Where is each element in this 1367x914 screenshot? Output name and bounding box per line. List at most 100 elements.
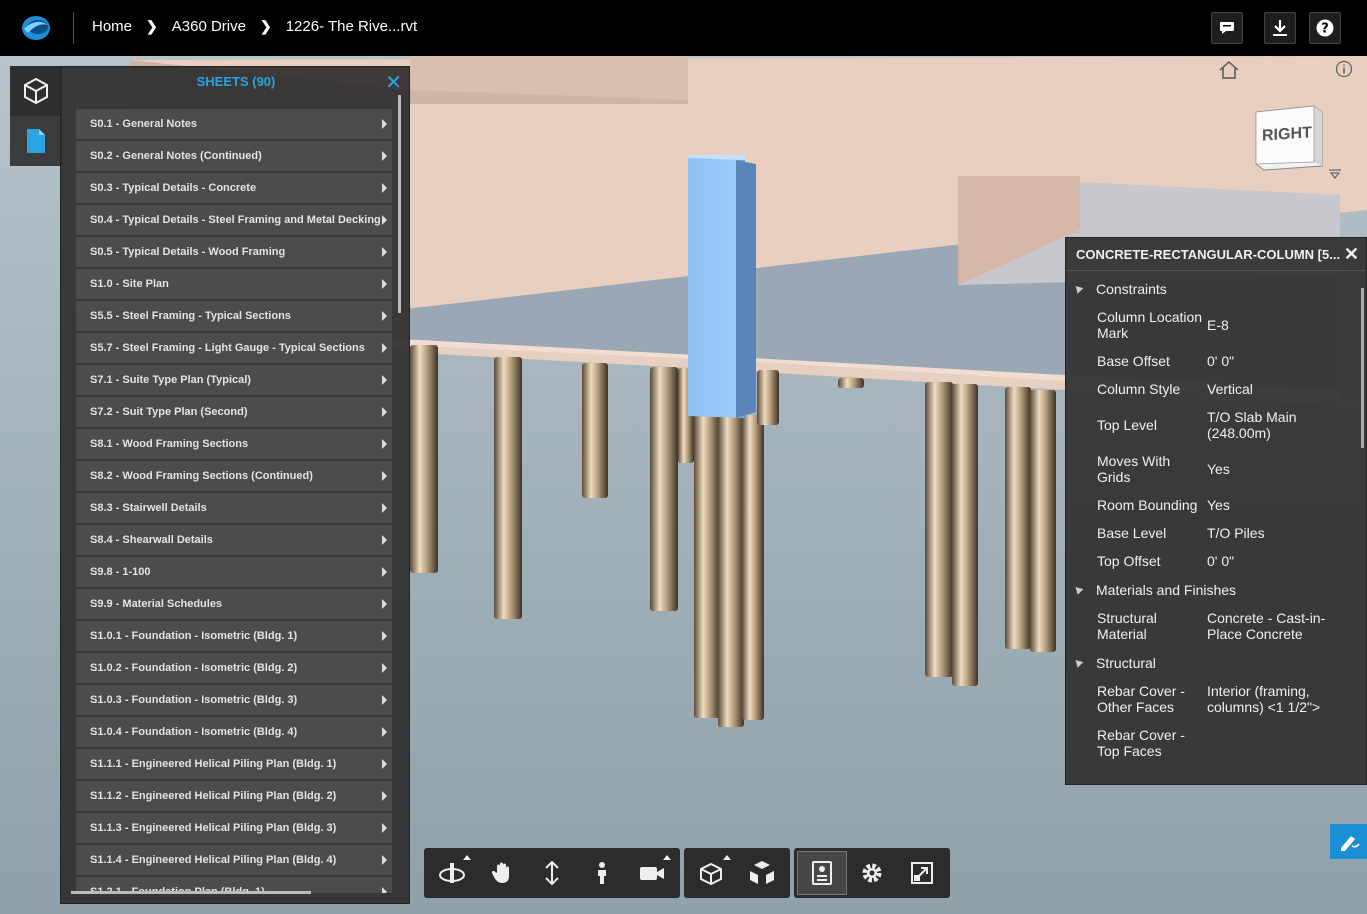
dolly-button[interactable] (527, 851, 577, 895)
close-icon[interactable]: ✕ (385, 73, 402, 93)
property-key: Column Style (1097, 381, 1181, 397)
sheet-item-label: S0.2 - General Notes (Continued) (90, 150, 262, 162)
sheet-item-label: S1.0 - Site Plan (90, 278, 169, 290)
close-icon[interactable]: ✕ (1344, 244, 1359, 265)
chevron-right-icon (382, 887, 387, 893)
property-group-header[interactable]: Materials and Finishes (1066, 575, 1358, 604)
topbar-divider (73, 12, 74, 44)
viewcube[interactable]: RIGHT (1254, 104, 1324, 172)
sheets-panel: SHEETS (90) ✕ S0.1 - General Notes S0.2 -… (60, 66, 410, 904)
sheet-item[interactable]: S8.2 - Wood Framing Sections (Continued) (76, 461, 392, 491)
properties-title: CONCRETE-RECTANGULAR-COLUMN [5... (1066, 238, 1366, 271)
property-group-header[interactable]: Structural (1066, 648, 1358, 677)
sheet-item[interactable]: S8.4 - Shearwall Details (76, 525, 392, 555)
download-button[interactable] (1264, 12, 1296, 44)
explode-icon (700, 862, 722, 886)
info-icon[interactable] (1335, 60, 1353, 78)
comment-icon (1220, 22, 1234, 34)
explode-button[interactable] (687, 851, 737, 895)
walk-icon (598, 862, 606, 884)
sheet-item[interactable]: S7.2 - Suit Type Plan (Second) (76, 397, 392, 427)
sheet-item[interactable]: S1.0 - Site Plan (76, 269, 392, 299)
chevron-right-icon (382, 631, 387, 641)
sheet-item[interactable]: S1.1.1 - Engineered Helical Piling Plan … (76, 749, 392, 779)
property-row: Column Location Mark E-8 (1066, 303, 1358, 347)
sheet-item[interactable]: S0.3 - Typical Details - Concrete (76, 173, 392, 203)
sheet-item-label: S1.0.2 - Foundation - Isometric (Bldg. 2… (90, 662, 298, 674)
sheet-item[interactable]: S1.1.4 - Engineered Helical Piling Plan … (76, 845, 392, 875)
sheet-item-label: S1.0.4 - Foundation - Isometric (Bldg. 4… (90, 726, 298, 738)
settings-button[interactable] (847, 851, 897, 895)
chevron-right-icon (382, 247, 387, 257)
sheet-item[interactable]: S8.3 - Stairwell Details (76, 493, 392, 523)
property-group-header[interactable]: Constraints (1066, 274, 1358, 303)
markup-button[interactable] (1330, 824, 1367, 859)
sheet-item[interactable]: S0.5 - Typical Details - Wood Framing (76, 237, 392, 267)
chevron-right-icon (382, 471, 387, 481)
fullscreen-button[interactable] (897, 851, 947, 895)
orbit-icon (439, 863, 465, 883)
sheet-item[interactable]: S5.5 - Steel Framing - Typical Sections (76, 301, 392, 331)
sheet-item-label: S0.3 - Typical Details - Concrete (90, 182, 257, 194)
sheets-h-scrollbar[interactable] (71, 891, 311, 894)
property-row: Moves With Grids Yes (1066, 447, 1358, 491)
property-row: Structural Material Concrete - Cast-in-Pl… (1066, 604, 1358, 648)
property-key: Rebar Cover - Other Faces (1097, 683, 1185, 715)
camera-button[interactable] (627, 851, 677, 895)
orbit-button[interactable] (427, 851, 477, 895)
chevron-right-icon (382, 439, 387, 449)
sheet-item[interactable]: S1.0.4 - Foundation - Isometric (Bldg. 4… (76, 717, 392, 747)
walk-button[interactable] (577, 851, 627, 895)
properties-panel: CONCRETE-RECTANGULAR-COLUMN [5... ✕ Cons… (1065, 237, 1367, 785)
help-button[interactable]: ? (1309, 12, 1341, 44)
pan-button[interactable] (477, 851, 527, 895)
flyout-indicator (663, 855, 671, 860)
pan-icon (491, 862, 509, 883)
sheet-item[interactable]: S1.0.3 - Foundation - Isometric (Bldg. 3… (76, 685, 392, 715)
properties-button[interactable] (797, 851, 847, 895)
viewcube-face-label: RIGHT (1262, 124, 1312, 145)
sheet-item[interactable]: S1.0.2 - Foundation - Isometric (Bldg. 2… (76, 653, 392, 683)
sheet-item[interactable]: S1.1.3 - Engineered Helical Piling Plan … (76, 813, 392, 843)
model-browser-icon (750, 861, 774, 884)
sheet-item[interactable]: S0.1 - General Notes (76, 109, 392, 139)
chevron-right-icon (382, 343, 387, 353)
model-browser-button[interactable] (737, 851, 787, 895)
home-icon[interactable] (1217, 60, 1241, 80)
property-value: 0' 0" (1207, 353, 1235, 369)
a360-logo-icon[interactable] (20, 13, 52, 43)
sheet-item[interactable]: S7.1 - Suite Type Plan (Typical) (76, 365, 392, 395)
sheet-item-label: S5.7 - Steel Framing - Light Gauge - Typ… (90, 342, 365, 354)
sheet-item[interactable]: S5.7 - Steel Framing - Light Gauge - Typ… (76, 333, 392, 363)
sheet-item[interactable]: S9.9 - Material Schedules (76, 589, 392, 619)
property-row: Top Offset 0' 0" (1066, 547, 1358, 575)
model-view-button[interactable] (10, 66, 62, 116)
breadcrumb-file[interactable]: 1226- The Rive...rvt (286, 18, 417, 35)
sheet-item[interactable]: S1.0.1 - Foundation - Isometric (Bldg. 1… (76, 621, 392, 651)
flyout-indicator (463, 855, 471, 860)
comment-button[interactable] (1211, 12, 1243, 44)
sheet-item[interactable]: S8.1 - Wood Framing Sections (76, 429, 392, 459)
breadcrumb-drive[interactable]: A360 Drive (172, 18, 246, 35)
sheet-item[interactable]: S1.1.2 - Engineered Helical Piling Plan … (76, 781, 392, 811)
property-value: Interior (framing, columns) <1 1/2"> (1207, 683, 1321, 715)
chevron-right-icon (382, 759, 387, 769)
sheet-item[interactable]: S9.8 - 1-100 (76, 557, 392, 587)
property-value: Yes (1207, 497, 1230, 513)
chevron-right-icon (382, 375, 387, 385)
properties-scrollbar[interactable] (1361, 288, 1364, 448)
sheets-view-button[interactable] (10, 116, 62, 166)
sheets-scrollbar[interactable] (398, 95, 401, 313)
property-key: Base Level (1097, 525, 1167, 541)
breadcrumb-home[interactable]: Home (92, 18, 132, 35)
property-key: Column Location Mark (1097, 309, 1203, 341)
chevron-right-icon (382, 311, 387, 321)
chevron-right-icon (382, 599, 387, 609)
property-group-name: Structural (1096, 654, 1156, 671)
sheet-item[interactable]: S0.4 - Typical Details - Steel Framing a… (76, 205, 392, 235)
sheet-item-label: S1.0.3 - Foundation - Isometric (Bldg. 3… (90, 694, 298, 706)
sheet-item[interactable]: S0.2 - General Notes (Continued) (76, 141, 392, 171)
viewcube-menu-icon[interactable] (1328, 168, 1342, 180)
flyout-indicator (723, 855, 731, 860)
sheets-title: SHEETS (90) (196, 74, 276, 89)
